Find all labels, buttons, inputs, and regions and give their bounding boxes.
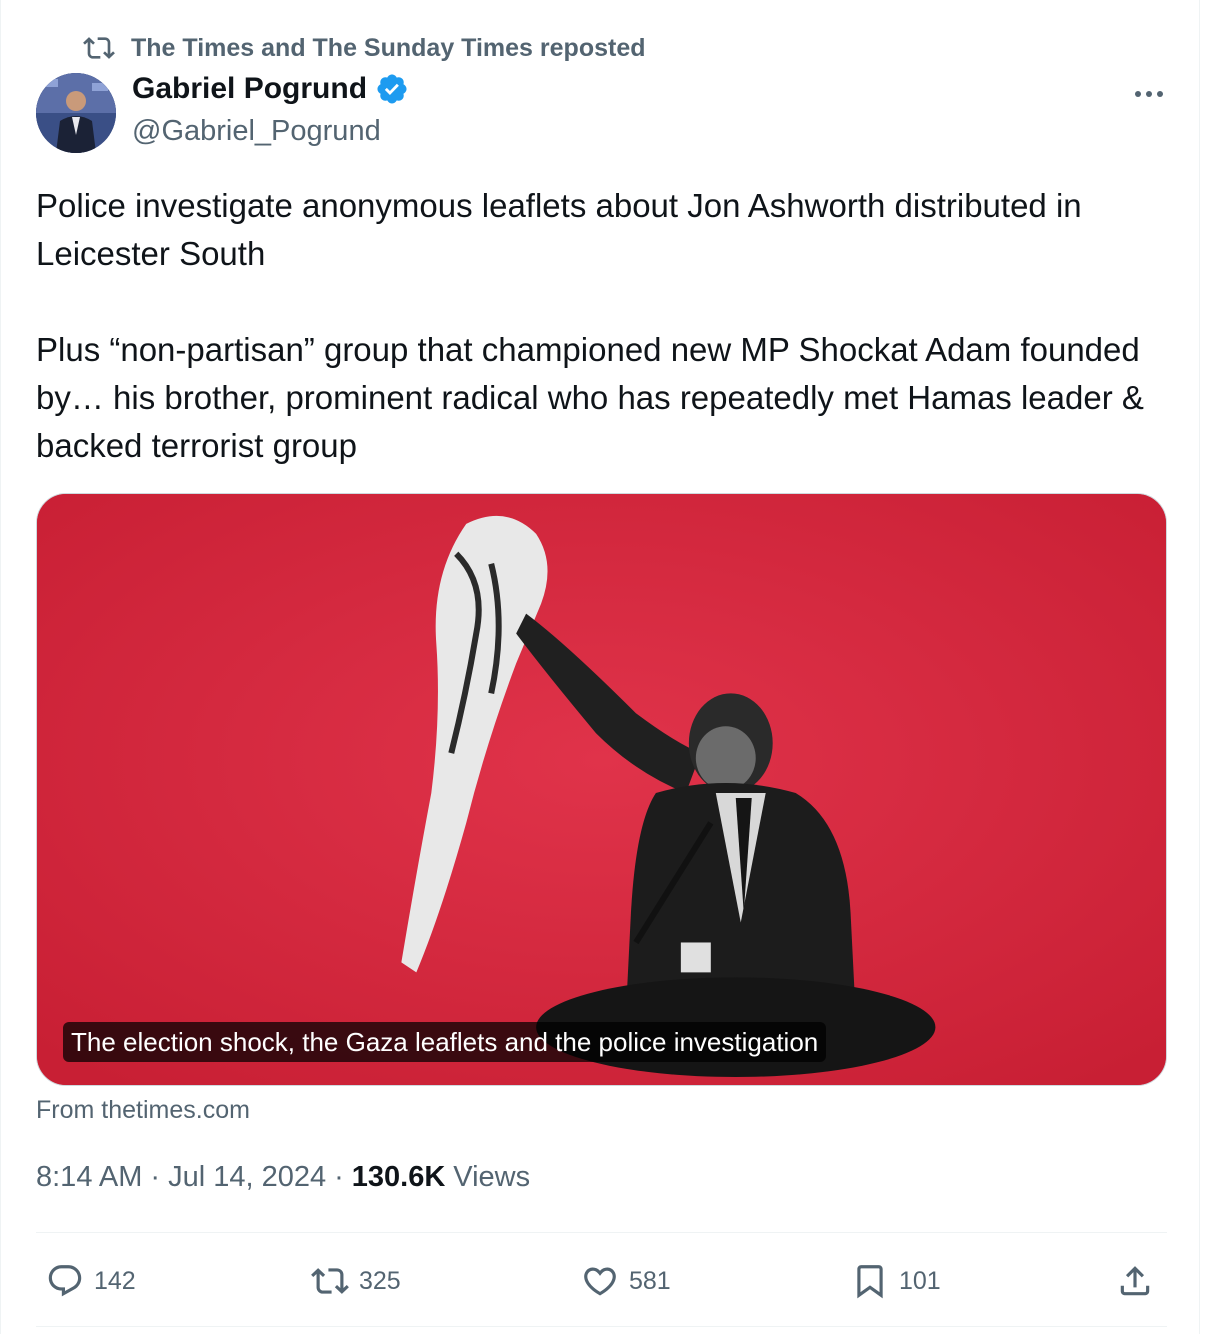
bookmark-count: 101 <box>899 1266 941 1295</box>
repost-count: 325 <box>359 1266 401 1295</box>
share-icon <box>1120 1266 1150 1296</box>
repost-button[interactable]: 325 <box>311 1252 401 1310</box>
reply-button[interactable]: 142 <box>46 1252 136 1310</box>
tweet-meta: 8:14 AM · Jul 14, 2024 · 130.6K Views <box>36 1161 530 1194</box>
like-count: 581 <box>629 1266 671 1295</box>
share-button[interactable] <box>1116 1252 1154 1310</box>
reply-icon <box>48 1265 82 1297</box>
divider <box>36 1326 1167 1327</box>
more-options-button[interactable] <box>1129 80 1169 108</box>
action-bar: 142 325 581 101 <box>36 1252 1167 1310</box>
meta-separator: · <box>150 1161 161 1193</box>
meta-separator: · <box>334 1161 344 1193</box>
heart-icon <box>584 1267 616 1296</box>
views-label: Views <box>453 1161 531 1193</box>
bookmark-icon <box>857 1265 883 1299</box>
like-button[interactable]: 581 <box>581 1252 671 1310</box>
tweet-container: The Times and The Sunday Times reposted … <box>0 0 1200 1334</box>
divider <box>36 1232 1167 1233</box>
bookmark-button[interactable]: 101 <box>851 1252 941 1310</box>
verified-badge-icon <box>377 74 407 104</box>
tweet-time[interactable]: 8:14 AM <box>36 1161 142 1194</box>
more-dot-icon <box>1157 91 1163 97</box>
tweet-date[interactable]: Jul 14, 2024 <box>168 1161 326 1194</box>
author-handle[interactable]: @Gabriel_Pogrund <box>132 115 381 148</box>
reply-count: 142 <box>94 1266 136 1295</box>
repost-text: The Times and The Sunday Times reposted <box>131 33 646 62</box>
more-dot-icon <box>1146 91 1152 97</box>
tweet-text: Police investigate anonymous leaflets ab… <box>36 187 1144 464</box>
card-source[interactable]: From thetimes.com <box>36 1096 250 1125</box>
author-name[interactable]: Gabriel Pogrund <box>132 72 367 106</box>
repost-indicator[interactable]: The Times and The Sunday Times reposted <box>83 30 646 66</box>
avatar-image <box>36 73 116 153</box>
repost-icon <box>311 1268 349 1294</box>
views-count: 130.6K <box>351 1161 446 1193</box>
card-image <box>37 494 1166 1085</box>
card-caption: The election shock, the Gaza leaflets an… <box>63 1022 827 1062</box>
author-name-row[interactable]: Gabriel Pogrund <box>132 72 409 106</box>
avatar[interactable] <box>36 73 116 153</box>
repost-icon <box>83 37 115 59</box>
more-dot-icon <box>1135 91 1141 97</box>
link-card[interactable]: The election shock, the Gaza leaflets an… <box>36 493 1167 1086</box>
